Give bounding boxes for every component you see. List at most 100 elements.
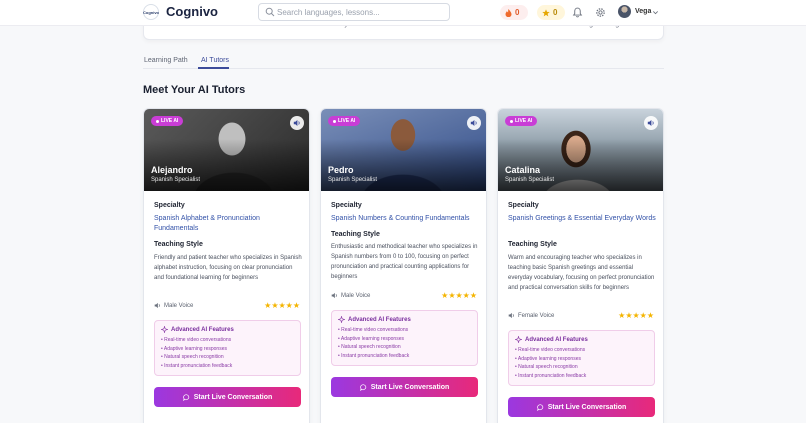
teaching-style-text: Enthusiastic and methodical teacher who …: [331, 244, 478, 280]
top-header: Cognivo Cognivo 0 0 Vega: [0, 0, 806, 26]
brand-name[interactable]: Cognivo: [166, 4, 218, 19]
ai-features-heading: Advanced AI Features: [515, 336, 588, 343]
tab-ai-tutors[interactable]: AI Tutors: [201, 57, 229, 64]
voice-icon: [508, 312, 514, 319]
tutor-name: Pedro: [328, 165, 354, 175]
feature-item: Adaptive learning responses: [161, 345, 232, 354]
tutor-name: Alejandro: [151, 165, 193, 175]
cta-label: Start Live Conversation: [370, 383, 450, 391]
tutor-subtitle: Spanish Specialist: [328, 177, 378, 183]
teaching-style-text: Friendly and patient teacher who special…: [154, 255, 302, 281]
live-dot: [156, 119, 159, 123]
ai-features-title: Advanced AI Features: [525, 336, 588, 343]
stars-count: 0: [553, 8, 558, 17]
logo-mark[interactable]: Cognivo: [143, 4, 159, 20]
voice-label: Male Voice: [341, 292, 371, 299]
star-rating: ★★★★★: [441, 291, 477, 300]
feature-item: Instant pronunciation feedback: [161, 362, 232, 371]
feature-item: Instant pronunciation feedback: [338, 352, 409, 361]
streak-badge[interactable]: 0: [500, 5, 528, 20]
ai-features-heading: Advanced AI Features: [161, 326, 234, 333]
voice-label: Female Voice: [518, 312, 555, 319]
voice-icon: [331, 292, 337, 299]
section-title: Meet Your AI Tutors: [143, 84, 246, 96]
start-live-conversation-button[interactable]: Start Live Conversation: [508, 397, 655, 417]
star-icon: [542, 8, 550, 16]
tutor-card-catalina: LIVE AI Catalina Spanish Specialist Spec…: [497, 108, 664, 423]
live-ai-badge: LIVE AI: [328, 116, 361, 126]
ai-features-box: Advanced AI Features Real-time video con…: [154, 320, 301, 376]
live-ai-label: LIVE AI: [161, 118, 179, 124]
start-live-conversation-button[interactable]: Start Live Conversation: [331, 377, 478, 397]
teaching-style-heading: Teaching Style: [331, 231, 380, 238]
live-ai-label: LIVE AI: [338, 118, 356, 124]
tab-learning-path[interactable]: Learning Path: [144, 57, 188, 64]
tutor-photo: LIVE AI Alejandro Spanish Specialist: [144, 109, 309, 191]
chat-icon: [359, 383, 366, 391]
feature-item: Natural speech recognition: [338, 343, 409, 352]
tutor-name: Catalina: [505, 165, 541, 175]
voice-icon: [154, 302, 160, 309]
live-dot: [333, 119, 336, 123]
chevron-down-icon[interactable]: [652, 9, 659, 16]
speaker-icon: [470, 119, 477, 127]
specialty-value: Spanish Greetings & Essential Everyday W…: [508, 215, 656, 222]
feature-item: Natural speech recognition: [515, 363, 586, 372]
feature-item: Real-time video conversations: [515, 346, 586, 355]
gear-icon[interactable]: [595, 7, 606, 18]
star-rating: ★★★★★: [264, 301, 300, 310]
teaching-style-heading: Teaching Style: [508, 241, 557, 248]
teaching-style-heading: Teaching Style: [154, 241, 203, 248]
live-ai-badge: LIVE AI: [505, 116, 538, 126]
feature-item: Instant pronunciation feedback: [515, 372, 586, 381]
search-box[interactable]: [258, 3, 450, 21]
sparkle-icon: [515, 336, 522, 343]
chat-icon: [182, 393, 189, 401]
streak-count: 0: [515, 8, 520, 17]
ai-features-list: Real-time video conversations Adaptive l…: [338, 326, 409, 360]
live-ai-label: LIVE AI: [515, 118, 533, 124]
sparkle-icon: [338, 316, 345, 323]
speaker-icon: [293, 119, 300, 127]
speaker-icon: [647, 119, 654, 127]
feature-item: Adaptive learning responses: [338, 335, 409, 344]
voice-type: Female Voice: [508, 312, 554, 319]
avatar[interactable]: [618, 5, 631, 18]
cta-label: Start Live Conversation: [547, 403, 627, 411]
ai-features-box: Advanced AI Features Real-time video con…: [508, 330, 655, 386]
feature-item: Natural speech recognition: [161, 353, 232, 362]
flame-icon: [505, 8, 512, 17]
ai-features-box: Advanced AI Features Real-time video con…: [331, 310, 478, 366]
active-tab-indicator: [198, 67, 229, 69]
specialty-heading: Specialty: [508, 202, 539, 209]
logo-mark-text: Cognivo: [143, 9, 159, 15]
voice-type: Male Voice: [154, 302, 193, 309]
ai-features-title: Advanced AI Features: [348, 316, 411, 323]
user-name[interactable]: Vega: [635, 8, 651, 15]
search-icon: [265, 7, 275, 17]
specialty-value: Spanish Numbers & Counting Fundamentals: [331, 215, 470, 222]
tutor-subtitle: Spanish Specialist: [151, 177, 201, 183]
ai-features-title: Advanced AI Features: [171, 326, 234, 333]
search-input[interactable]: [277, 5, 445, 19]
ai-features-list: Real-time video conversations Adaptive l…: [161, 336, 232, 370]
audio-toggle-button[interactable]: [644, 116, 658, 130]
chat-icon: [536, 403, 543, 411]
tutor-photo: LIVE AI Catalina Spanish Specialist: [498, 109, 663, 191]
bell-icon[interactable]: [572, 7, 583, 18]
feature-item: Adaptive learning responses: [515, 355, 586, 364]
stars-badge[interactable]: 0: [537, 5, 565, 20]
tutor-subtitle: Spanish Specialist: [505, 177, 555, 183]
audio-toggle-button[interactable]: [467, 116, 481, 130]
ai-features-heading: Advanced AI Features: [338, 316, 411, 323]
specialty-heading: Specialty: [331, 202, 362, 209]
voice-label: Male Voice: [164, 302, 194, 309]
feature-item: Real-time video conversations: [161, 336, 232, 345]
tutor-photo: LIVE AI Pedro Spanish Specialist: [321, 109, 486, 191]
live-ai-badge: LIVE AI: [151, 116, 184, 126]
audio-toggle-button[interactable]: [290, 116, 304, 130]
specialty-value: Spanish Alphabet & Pronunciation Fundame…: [154, 215, 260, 232]
specialty-heading: Specialty: [154, 202, 185, 209]
start-live-conversation-button[interactable]: Start Live Conversation: [154, 387, 301, 407]
teaching-style-text: Warm and encouraging teacher who special…: [508, 255, 655, 291]
